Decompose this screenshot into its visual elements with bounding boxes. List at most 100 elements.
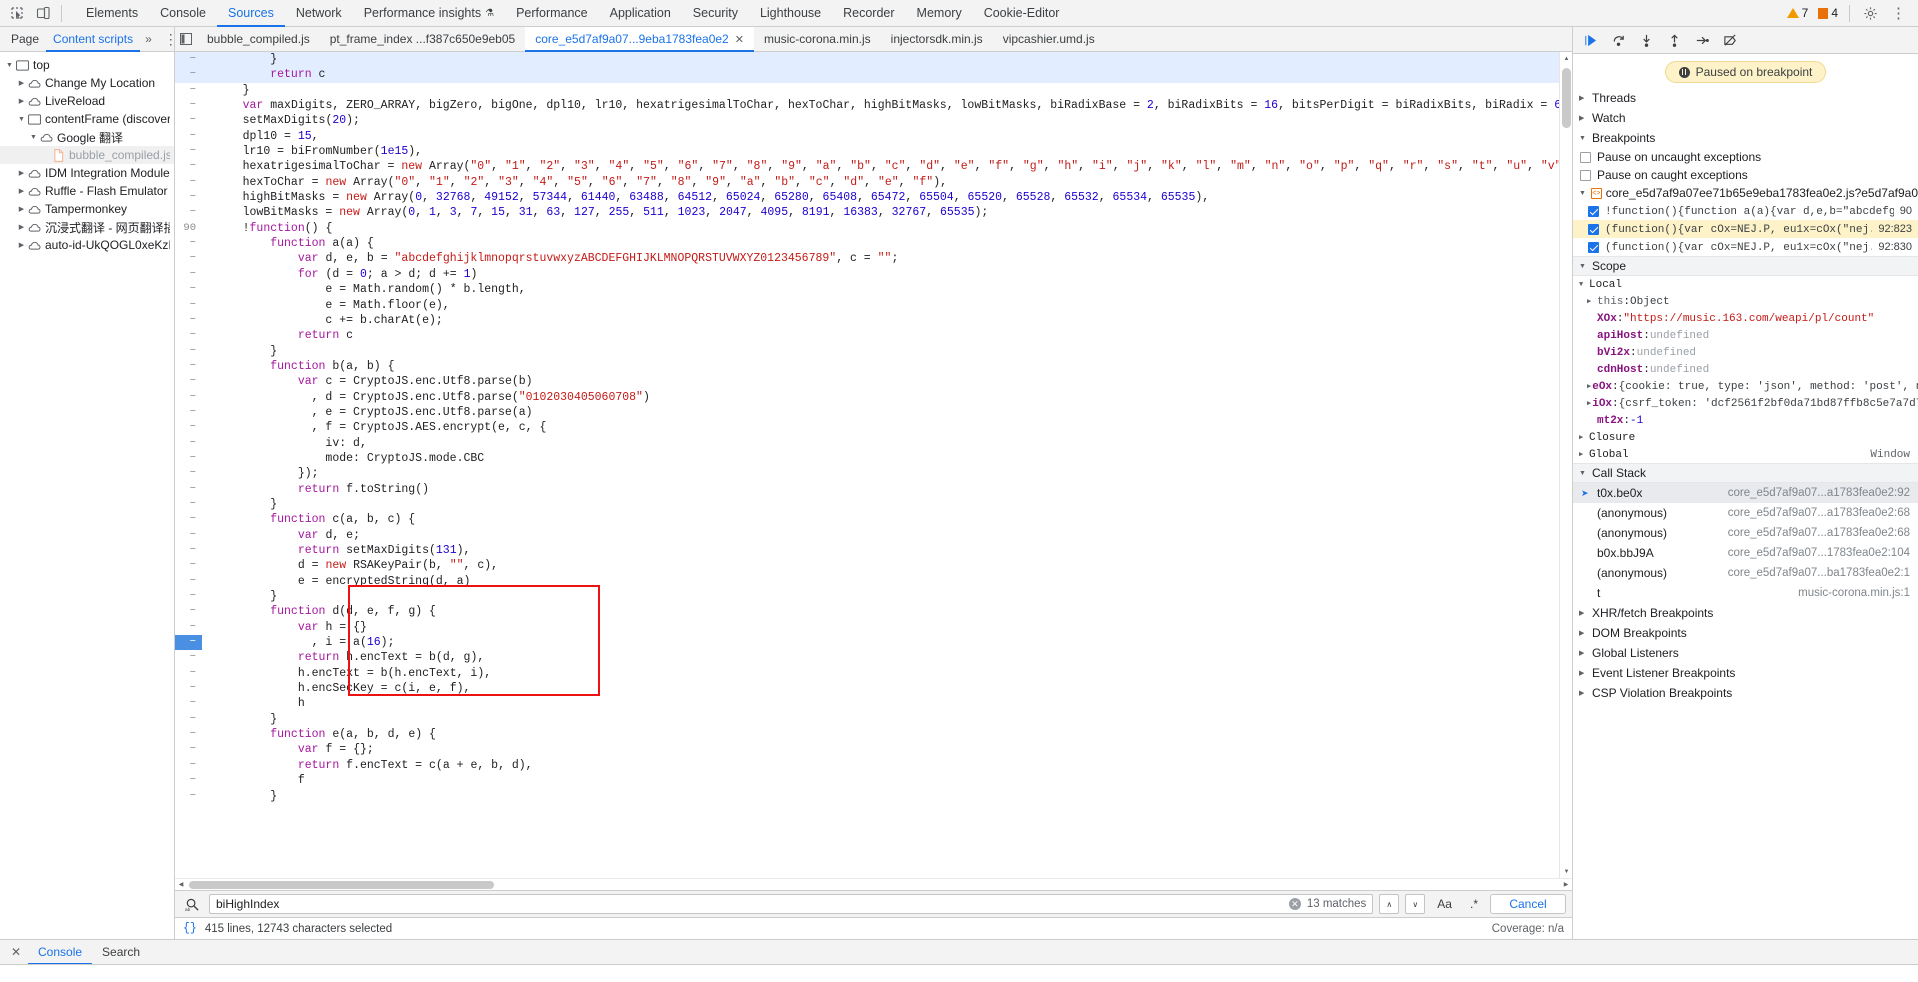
code-line[interactable]: − , i = a(16); <box>175 635 1559 651</box>
line-number[interactable]: − <box>175 113 202 128</box>
call-stack-frame[interactable]: ➤ t0x.be0x core_e5d7af9a07...a1783fea0e2:9… <box>1573 483 1918 503</box>
close-icon[interactable]: ✕ <box>4 940 28 965</box>
line-number[interactable]: − <box>175 727 202 742</box>
line-number[interactable]: − <box>175 604 202 619</box>
code-line[interactable]: − var c = CryptoJS.enc.Utf8.parse(b) <box>175 374 1559 389</box>
breakpoint-checkbox[interactable] <box>1588 205 1599 217</box>
file-tab-bubble-compiled-js[interactable]: bubble_compiled.js <box>197 27 320 52</box>
code-line[interactable]: − hexatrigesimalToChar = new Array("0", … <box>175 159 1559 174</box>
line-number[interactable]: − <box>175 543 202 558</box>
line-number[interactable]: − <box>175 298 202 313</box>
panel-tab-lighthouse[interactable]: Lighthouse <box>749 0 832 27</box>
panel-tab-sources[interactable]: Sources <box>217 0 285 27</box>
match-case-button[interactable]: Aa <box>1431 894 1458 914</box>
code-line[interactable]: − return h.encText = b(d, g), <box>175 650 1559 665</box>
code-line[interactable]: − c += b.charAt(e); <box>175 313 1559 328</box>
tree-item-沉浸式翻译-网页翻译插件[interactable]: 沉浸式翻译 - 网页翻译插件 <box>0 218 174 236</box>
code-line[interactable]: − return f.toString() <box>175 482 1559 497</box>
code-line[interactable]: − function a(a) { <box>175 236 1559 251</box>
dom-breakpoints-section-header[interactable]: ▶ DOM Breakpoints <box>1573 623 1918 643</box>
code-line[interactable]: − , f = CryptoJS.AES.encrypt(e, c, { <box>175 420 1559 435</box>
panel-tab-cookie-editor[interactable]: Cookie-Editor <box>973 0 1071 27</box>
breakpoint-item[interactable]: (function(){var cOx=NEJ.P, eu1x=cOx("nej… <box>1573 238 1918 256</box>
line-number[interactable]: − <box>175 328 202 343</box>
editor-horizontal-scrollbar[interactable]: ◀ ▶ <box>175 878 1572 890</box>
chevron-right-icon[interactable] <box>16 169 27 177</box>
pause-caught-row[interactable]: Pause on caught exceptions <box>1573 166 1918 184</box>
code-editor[interactable]: − } − return c − } − var maxDigits, ZERO_AR… <box>175 52 1559 878</box>
close-icon[interactable]: ✕ <box>735 33 744 46</box>
search-next-button[interactable]: ∨ <box>1405 894 1426 914</box>
code-line[interactable]: − h.encSecKey = c(i, e, f), <box>175 681 1559 696</box>
tree-item-tampermonkey[interactable]: Tampermonkey <box>0 200 174 218</box>
line-number[interactable]: − <box>175 466 202 481</box>
line-number[interactable]: − <box>175 574 202 589</box>
panel-tab-network[interactable]: Network <box>285 0 353 27</box>
line-number[interactable]: − <box>175 650 202 665</box>
call-stack-frame[interactable]: (anonymous) core_e5d7af9a07...a1783fea0e2… <box>1573 523 1918 543</box>
navigator-tab-content-scripts[interactable]: Content scripts <box>46 27 140 52</box>
chevron-right-icon[interactable] <box>16 97 27 105</box>
scope-variable-row[interactable]: ▶ iOx: {csrf_token: 'dcf2561f2bf0da71bd87… <box>1573 395 1918 412</box>
code-line[interactable]: − return c <box>175 328 1559 343</box>
code-line[interactable]: − var h = {} <box>175 620 1559 635</box>
code-line[interactable]: − } <box>175 83 1559 98</box>
line-number[interactable]: − <box>175 436 202 451</box>
code-line[interactable]: − mode: CryptoJS.mode.CBC <box>175 451 1559 466</box>
drawer-tab-console[interactable]: Console <box>28 940 92 965</box>
call-stack-section-header[interactable]: ▼ Call Stack <box>1573 463 1918 483</box>
scope-variable-row[interactable]: ▶ this: Object <box>1573 293 1918 310</box>
line-number[interactable]: − <box>175 512 202 527</box>
panel-tab-memory[interactable]: Memory <box>906 0 973 27</box>
scope-global-row[interactable]: ▶ Global Window <box>1573 446 1918 463</box>
line-number[interactable]: − <box>175 620 202 635</box>
code-line[interactable]: − var maxDigits, ZERO_ARRAY, bigZero, bi… <box>175 98 1559 113</box>
code-line[interactable]: − highBitMasks = new Array(0, 32768, 491… <box>175 190 1559 205</box>
scope-variable-row[interactable]: apiHost: undefined <box>1573 327 1918 344</box>
tree-item-auto-id-ukqogl0xekziuh[interactable]: auto-id-UkQOGL0xeKzIuh <box>0 236 174 254</box>
chevron-right-icon[interactable] <box>16 205 27 213</box>
code-line[interactable]: − lowBitMasks = new Array(0, 1, 3, 7, 15… <box>175 205 1559 220</box>
code-line[interactable]: − function d(d, e, f, g) { <box>175 604 1559 619</box>
line-number[interactable]: − <box>175 190 202 205</box>
panel-tab-recorder[interactable]: Recorder <box>832 0 905 27</box>
resume-button[interactable] <box>1577 28 1603 52</box>
event-listener-breakpoints-section-header[interactable]: ▶ Event Listener Breakpoints <box>1573 663 1918 683</box>
file-tab-core-e5d7af9a07-9eba1783fea0e2[interactable]: core_e5d7af9a07...9eba1783fea0e2 ✕ <box>525 26 754 52</box>
line-number[interactable]: − <box>175 129 202 144</box>
file-tab-music-corona-min-js[interactable]: music-corona.min.js <box>754 27 881 52</box>
code-line[interactable]: − e = Math.random() * b.length, <box>175 282 1559 297</box>
watch-section-header[interactable]: ▶ Watch <box>1573 108 1918 128</box>
code-line[interactable]: − } <box>175 712 1559 727</box>
code-line[interactable]: − var f = {}; <box>175 742 1559 757</box>
code-line[interactable]: − }); <box>175 466 1559 481</box>
step-out-button[interactable] <box>1661 28 1687 52</box>
cancel-button[interactable]: Cancel <box>1490 894 1566 914</box>
line-number[interactable]: − <box>175 67 202 82</box>
line-number[interactable]: − <box>175 681 202 696</box>
line-number[interactable]: − <box>175 205 202 220</box>
line-number[interactable]: − <box>175 144 202 159</box>
clear-search-icon[interactable]: ✕ <box>1288 898 1301 910</box>
tree-item-ruffle-flash-emulator[interactable]: Ruffle - Flash Emulator <box>0 182 174 200</box>
device-toggle-icon[interactable] <box>30 1 56 26</box>
code-line[interactable]: − function e(a, b, d, e) { <box>175 727 1559 742</box>
scroll-up-arrow-icon[interactable]: ▲ <box>1560 52 1572 65</box>
line-number[interactable]: − <box>175 83 202 98</box>
breakpoint-checkbox[interactable] <box>1588 241 1599 253</box>
code-line[interactable]: − h <box>175 696 1559 711</box>
scope-section-header[interactable]: ▼ Scope <box>1573 256 1918 276</box>
line-number[interactable]: − <box>175 236 202 251</box>
panel-tab-performance[interactable]: Performance <box>505 0 599 27</box>
error-badge[interactable]: 4 <box>1814 6 1842 20</box>
chevron-down-icon[interactable] <box>4 62 15 69</box>
scope-variable-row[interactable]: bVi2x: undefined <box>1573 344 1918 361</box>
code-line[interactable]: − h.encText = b(h.encText, i), <box>175 666 1559 681</box>
line-number[interactable]: − <box>175 344 202 359</box>
line-number[interactable]: − <box>175 251 202 266</box>
scroll-right-arrow-icon[interactable]: ▶ <box>1560 879 1572 891</box>
line-number[interactable]: − <box>175 773 202 788</box>
panel-tab-application[interactable]: Application <box>599 0 682 27</box>
tree-item-livereload[interactable]: LiveReload <box>0 92 174 110</box>
breakpoint-checkbox[interactable] <box>1588 223 1599 235</box>
